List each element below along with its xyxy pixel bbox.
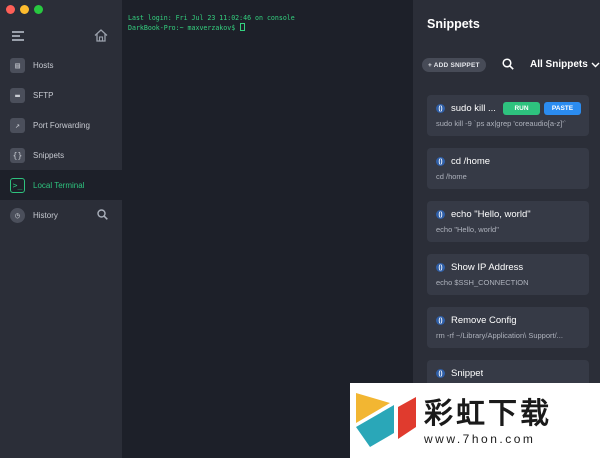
sidebar-item-port-forwarding[interactable]: ↗ Port Forwarding <box>0 110 122 140</box>
hamburger-menu-icon[interactable] <box>12 31 24 41</box>
snippet-command: rm -rf ~/Library/Application\ Support/..… <box>436 331 563 340</box>
terminal-icon: >_ <box>10 177 25 193</box>
history-icon: ◷ <box>10 207 25 223</box>
snippet-icon: () <box>436 263 445 272</box>
watermark-brand: 彩虹下载 <box>424 395 553 430</box>
snippet-name: echo "Hello, world" <box>451 209 531 220</box>
terminal-prompt: DarkBook-Pro:~ maxverzakov$ <box>128 24 240 32</box>
snippet-command: sudo kill -9 `ps ax|grep 'coreaudio[a-z]… <box>436 119 567 128</box>
paste-button[interactable]: PASTE <box>544 102 581 115</box>
snippet-name: Show IP Address <box>451 262 524 273</box>
sidebar-item-label: Local Terminal <box>33 180 85 190</box>
snippet-icon: () <box>436 369 445 378</box>
window-controls <box>6 5 43 14</box>
folder-icon: ▬ <box>10 87 25 103</box>
snippet-icon: () <box>436 157 445 166</box>
snippet-card[interactable]: () sudo kill ... RUN PASTE sudo kill -9 … <box>427 95 589 136</box>
braces-icon: {} <box>10 147 25 163</box>
home-icon[interactable] <box>94 29 108 42</box>
add-snippet-button[interactable]: + ADD SNIPPET <box>422 58 486 72</box>
search-icon[interactable] <box>97 209 108 220</box>
run-button[interactable]: RUN <box>503 102 540 115</box>
watermark-text: 彩虹下载 www.7hon.com <box>424 396 552 446</box>
terminal-line: Last login: Fri Jul 23 11:02:46 on conso… <box>128 14 295 22</box>
snippet-card[interactable]: () cd /home cd /home <box>427 148 589 189</box>
snippet-icon: () <box>436 316 445 325</box>
snippet-card[interactable]: () Remove Config rm -rf ~/Library/Applic… <box>427 307 589 348</box>
snippet-name: Snippet <box>451 368 484 379</box>
snippet-filter-dropdown[interactable]: All Snippets <box>530 59 600 70</box>
sidebar-item-label: SFTP <box>33 90 54 100</box>
snippet-name: cd /home <box>451 156 491 167</box>
filter-label: All Snippets <box>530 59 588 70</box>
snippet-command: cd /home <box>436 172 467 181</box>
sidebar-item-label: Hosts <box>33 60 54 70</box>
snippet-command: echo "Hello, world" <box>436 225 499 234</box>
close-window-button[interactable] <box>6 5 15 14</box>
snippet-name: Remove Config <box>451 315 517 326</box>
snippet-icon: () <box>436 104 445 113</box>
sidebar-item-snippets[interactable]: {} Snippets <box>0 140 122 170</box>
snippet-card[interactable]: () echo "Hello, world" echo "Hello, worl… <box>427 201 589 242</box>
sidebar-item-hosts[interactable]: ▤ Hosts <box>0 50 122 80</box>
minimize-window-button[interactable] <box>20 5 29 14</box>
zoom-window-button[interactable] <box>34 5 43 14</box>
snippet-icon: () <box>436 210 445 219</box>
watermark-url: www.7hon.com <box>424 431 536 446</box>
sidebar: ▤ Hosts ▬ SFTP ↗ Port Forwarding {} Snip… <box>0 0 122 458</box>
sidebar-item-label: Port Forwarding <box>33 120 90 130</box>
search-icon[interactable] <box>502 58 514 70</box>
watermark: 彩虹下载 www.7hon.com <box>350 383 600 458</box>
sidebar-item-local-terminal[interactable]: >_ Local Terminal <box>0 170 122 200</box>
snippet-card[interactable]: () Show IP Address echo $SSH_CONNECTION <box>427 254 589 295</box>
rainbow-logo-icon <box>356 393 416 447</box>
sidebar-item-history[interactable]: ◷ History <box>0 200 122 230</box>
sidebar-item-label: Snippets <box>33 150 65 160</box>
chevron-down-icon <box>591 62 600 67</box>
terminal-prompt-line: DarkBook-Pro:~ maxverzakov$ <box>128 23 413 33</box>
snippet-name: sudo kill ... <box>451 103 496 114</box>
terminal-cursor <box>240 23 246 31</box>
panel-title: Snippets <box>427 17 480 31</box>
sidebar-item-sftp[interactable]: ▬ SFTP <box>0 80 122 110</box>
sidebar-item-label: History <box>33 210 58 220</box>
hosts-icon: ▤ <box>10 57 25 73</box>
port-forwarding-icon: ↗ <box>10 117 25 133</box>
snippet-command: echo $SSH_CONNECTION <box>436 278 529 287</box>
